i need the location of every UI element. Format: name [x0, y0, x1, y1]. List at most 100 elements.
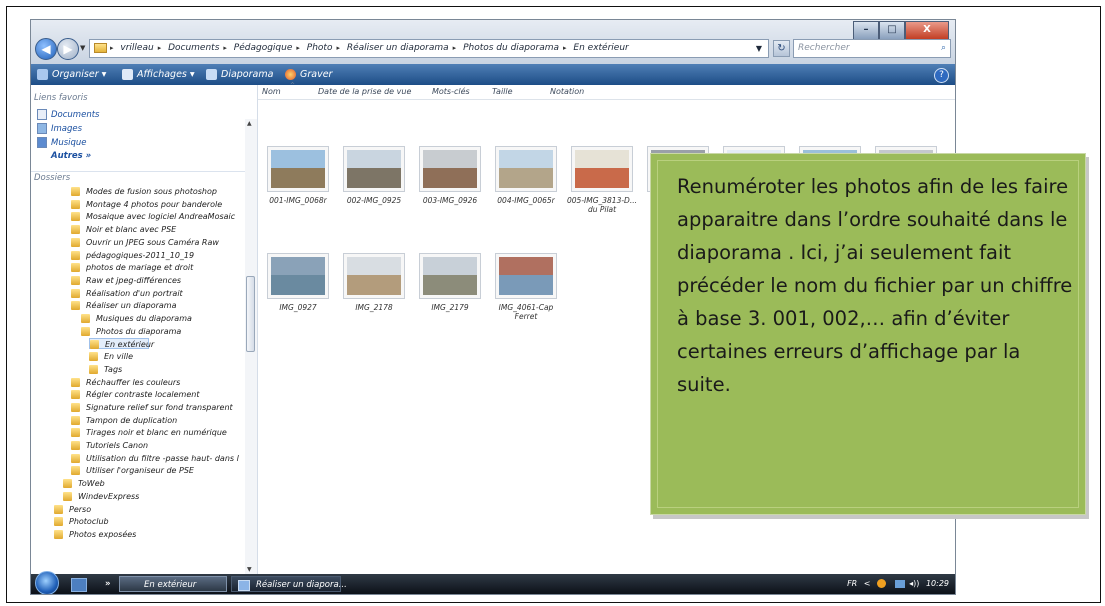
folder-tree-item[interactable]: En extérieur — [89, 338, 154, 350]
folder-tree-item[interactable]: Utilisation du filtre -passe haut- dans … — [71, 453, 239, 464]
start-button[interactable] — [35, 571, 59, 594]
folder-tree-item[interactable]: Mosaique avec logiciel AndreaMosaic — [71, 211, 235, 222]
folder-tree-item[interactable]: Raw et jpeg-différences — [71, 275, 181, 286]
file-thumbnail[interactable] — [571, 146, 633, 192]
help-icon[interactable]: ? — [934, 68, 949, 83]
language-indicator[interactable]: FR — [847, 579, 857, 588]
file-name[interactable]: 004-IMG_0065r — [490, 196, 562, 205]
folder-tree-item[interactable]: Photos exposées — [54, 529, 136, 540]
back-button[interactable]: ◀ — [35, 38, 57, 60]
favorite-label: Documents — [51, 110, 100, 120]
folder-tree-item[interactable]: Régler contraste localement — [71, 389, 199, 400]
update-icon[interactable] — [877, 579, 887, 588]
address-dropdown-icon[interactable]: ▼ — [756, 40, 762, 57]
folder-tree-item[interactable]: Perso — [54, 504, 91, 515]
maximize-button[interactable]: □ — [879, 21, 905, 40]
folder-tree-item[interactable]: Noir et blanc avec PSE — [71, 224, 176, 235]
scroll-up-icon[interactable]: ▲ — [247, 120, 252, 127]
file-name[interactable]: IMG_2178 — [338, 303, 410, 312]
close-button[interactable]: X — [905, 21, 949, 40]
command-bar: Organiser ▾ Affichages ▾ Diaporama Grave… — [31, 64, 955, 85]
file-name[interactable]: IMG_4061-Cap Ferret — [490, 303, 562, 321]
folder-tree-item[interactable]: Photos du diaporama — [81, 326, 181, 337]
file-thumbnail[interactable] — [495, 146, 557, 192]
folder-tree-scrollbar[interactable]: ▲ ▼ — [245, 119, 257, 574]
tray-expand-icon[interactable]: < — [864, 579, 871, 588]
folder-tree-item[interactable]: Réalisation d'un portrait — [71, 288, 183, 299]
search-input[interactable]: Rechercher ⌕ — [793, 39, 951, 58]
scrollbar-thumb[interactable] — [246, 276, 255, 352]
breadcrumb-item[interactable]: Photo — [307, 43, 333, 53]
breadcrumb-item[interactable]: Pédagogique — [234, 43, 293, 53]
file-thumbnail[interactable] — [419, 146, 481, 192]
column-header-name[interactable]: Nom — [262, 85, 281, 99]
breadcrumb-item[interactable]: Documents — [168, 43, 219, 53]
folder-icon — [71, 288, 80, 298]
column-header-tags[interactable]: Mots-clés — [432, 85, 470, 99]
show-desktop-icon[interactable] — [71, 578, 87, 592]
volume-icon[interactable]: ◂)) — [909, 579, 919, 588]
breadcrumb-item[interactable]: Réaliser un diaporama — [347, 43, 449, 53]
organise-button[interactable]: Organiser ▾ — [37, 64, 106, 85]
folder-tree-item[interactable]: Montage 4 photos pour banderole — [71, 199, 222, 210]
search-icon[interactable]: ⌕ — [941, 40, 946, 57]
folder-tree-item[interactable]: Modes de fusion sous photoshop — [71, 186, 217, 197]
folder-tree-item[interactable]: En ville — [89, 351, 133, 362]
file-thumbnail[interactable] — [419, 253, 481, 299]
folder-tree-item[interactable]: Photoclub — [54, 516, 109, 527]
folder-tree-item[interactable]: Tampon de duplication — [71, 415, 177, 426]
pictures-icon — [37, 123, 47, 134]
file-name[interactable]: IMG_2179 — [414, 303, 486, 312]
forward-button[interactable]: ▶ — [57, 38, 79, 60]
folder-tree-item[interactable]: Réchauffer les couleurs — [71, 377, 180, 388]
folder-tree-item[interactable]: Signature relief sur fond transparent — [71, 402, 233, 413]
taskbar-item-explorer[interactable]: En extérieur — [119, 576, 227, 592]
views-label: Affichages — [137, 69, 187, 80]
file-name[interactable]: 005-IMG_3813-D... du Pilat — [566, 196, 638, 214]
file-thumbnail[interactable] — [495, 253, 557, 299]
file-name[interactable]: 002-IMG_0925 — [338, 196, 410, 205]
breadcrumb-item[interactable]: Photos du diaporama — [463, 43, 559, 53]
folder-tree-item[interactable]: Réaliser un diaporama — [71, 300, 177, 311]
slideshow-button[interactable]: Diaporama — [206, 64, 273, 85]
address-bar[interactable]: ▸ vrilleau ▸ Documents ▸ Pédagogique ▸ Phot… — [89, 39, 769, 58]
clock[interactable]: 10:29 — [926, 579, 949, 588]
file-thumbnail[interactable] — [343, 146, 405, 192]
file-name[interactable]: 001-IMG_0068r — [262, 196, 334, 205]
folder-tree-item[interactable]: Musiques du diaporama — [81, 313, 192, 324]
thumbnail-sky — [499, 257, 553, 275]
favorite-music[interactable]: Musique — [37, 137, 87, 148]
favorite-images[interactable]: Images — [37, 123, 82, 134]
refresh-button[interactable]: ↻ — [773, 40, 790, 57]
folder-tree-item[interactable]: Tags — [89, 364, 122, 375]
file-thumbnail[interactable] — [343, 253, 405, 299]
folder-tree-item[interactable]: Utiliser l'organiseur de PSE — [71, 465, 194, 476]
minimize-button[interactable]: – — [853, 21, 879, 40]
breadcrumb-item[interactable]: En extérieur — [573, 43, 628, 53]
file-thumbnail[interactable] — [267, 253, 329, 299]
breadcrumb-item[interactable]: vrilleau — [120, 43, 153, 53]
column-header-date[interactable]: Date de la prise de vue — [318, 85, 411, 99]
folder-tree-item[interactable]: photos de mariage et droit — [71, 262, 193, 273]
more-links[interactable]: Autres » — [51, 151, 91, 161]
folder-tree-item[interactable]: Tirages noir et blanc en numérique — [71, 427, 227, 438]
file-name[interactable]: IMG_0927 — [262, 303, 334, 312]
folder-tree-item[interactable]: Tutoriels Canon — [71, 440, 148, 451]
file-thumbnail[interactable] — [267, 146, 329, 192]
column-header-size[interactable]: Taille — [492, 85, 513, 99]
folder-tree-item[interactable]: ToWeb — [63, 478, 105, 489]
network-icon[interactable] — [894, 579, 905, 588]
views-button[interactable]: Affichages ▾ — [122, 64, 195, 85]
file-name[interactable]: 003-IMG_0926 — [414, 196, 486, 205]
favorite-documents[interactable]: Documents — [37, 109, 99, 120]
quicklaunch-more-icon[interactable]: » — [105, 576, 111, 592]
column-header-rating[interactable]: Notation — [550, 85, 584, 99]
folder-tree-item[interactable]: WindevExpress — [63, 491, 139, 502]
folder-tree-item[interactable]: Ouvrir un JPEG sous Caméra Raw — [71, 237, 219, 248]
taskbar-item-diaporama[interactable]: Réaliser un diapora... — [231, 576, 347, 592]
folder-tree-item[interactable]: pédagogiques-2011_10_19 — [71, 250, 194, 261]
folder-label: Photos exposées — [69, 529, 137, 539]
folders-header[interactable]: Dossiers ⌄ — [31, 171, 257, 185]
scroll-down-icon[interactable]: ▼ — [247, 566, 252, 573]
history-dropdown-icon[interactable]: ▼ — [80, 44, 85, 52]
